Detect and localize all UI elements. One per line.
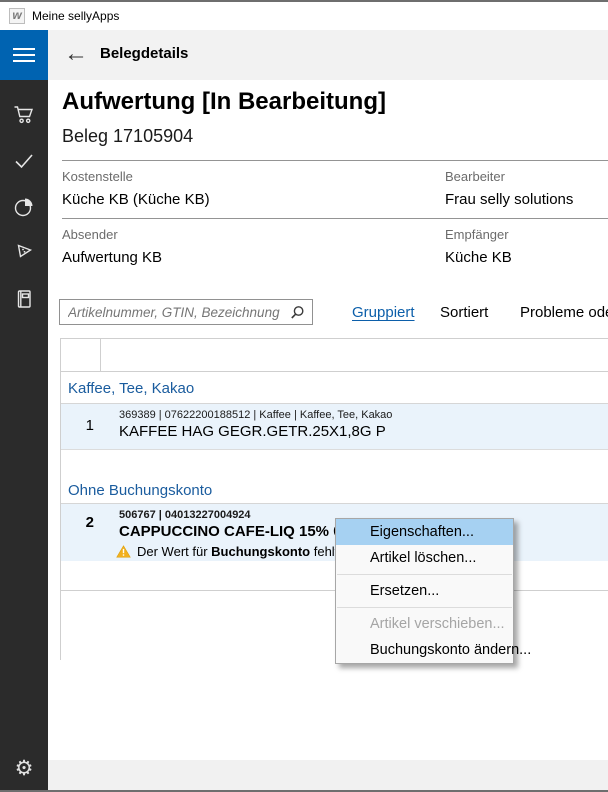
flag-icon <box>13 242 35 264</box>
sidebar-item-cart[interactable] <box>0 92 48 138</box>
article-list: Kaffee, Tee, Kakao 1 369389 | 0762220018… <box>60 338 608 660</box>
menu-separator <box>337 574 512 575</box>
bottom-bar <box>48 760 608 790</box>
field-label: Empfänger <box>445 227 512 242</box>
view-tab-sortiert[interactable]: Sortiert <box>440 304 488 321</box>
row-number: 1 <box>61 404 101 449</box>
sidebar: ⚙ <box>0 80 48 792</box>
divider <box>62 218 608 219</box>
sidebar-item-reports[interactable] <box>0 184 48 230</box>
field-value: Aufwertung KB <box>62 249 162 266</box>
check-icon <box>13 150 35 172</box>
field-value: Küche KB <box>445 249 512 266</box>
warning-triangle-icon <box>116 545 131 558</box>
warning-text-prefix: Der Wert für <box>137 544 211 559</box>
menu-item-ersetzen[interactable]: Ersetzen... <box>336 578 513 604</box>
article-meta: 369389 | 07622200188512 | Kaffee | Kaffe… <box>119 409 608 421</box>
window-titlebar: w Meine sellyApps <box>0 2 608 30</box>
back-arrow-icon: ← <box>64 40 88 68</box>
hamburger-icon <box>13 48 35 50</box>
cart-icon <box>13 104 35 126</box>
book-icon <box>13 288 35 310</box>
app-logo-icon: w <box>9 8 25 24</box>
field-empfaenger: Empfänger Küche KB <box>445 227 512 266</box>
field-label: Bearbeiter <box>445 169 573 184</box>
back-button[interactable]: ← <box>58 36 94 72</box>
document-title: Aufwertung [In Bearbeitung] <box>62 88 386 116</box>
search-icon[interactable] <box>290 305 305 320</box>
menu-item-eigenschaften[interactable]: Eigenschaften... <box>336 519 513 545</box>
field-bearbeiter: Bearbeiter Frau selly solutions <box>445 169 573 208</box>
window-title: Meine sellyApps <box>32 9 119 23</box>
warning-field-name: Buchungskonto <box>211 544 310 559</box>
menu-item-artikel-verschieben: Artikel verschieben... <box>336 611 513 637</box>
search-input[interactable] <box>68 300 280 324</box>
row-number: 2 <box>61 504 101 561</box>
list-header-number-column <box>61 339 101 371</box>
field-absender: Absender Aufwertung KB <box>62 227 162 266</box>
sidebar-item-labels[interactable] <box>0 230 48 276</box>
hamburger-menu-button[interactable] <box>0 30 48 80</box>
view-tab-probleme[interactable]: Probleme oder Fehler <box>520 304 608 321</box>
list-header-row <box>61 339 608 372</box>
view-tab-gruppiert[interactable]: Gruppiert <box>352 304 415 321</box>
document-number: Beleg 17105904 <box>62 126 193 147</box>
field-label: Absender <box>62 227 162 242</box>
menu-separator <box>337 607 512 608</box>
field-kostenstelle: Kostenstelle Küche KB (Küche KB) <box>62 169 210 208</box>
app-header: ← Belegdetails <box>0 30 608 80</box>
group-header-kaffee[interactable]: Kaffee, Tee, Kakao <box>61 372 608 404</box>
sidebar-item-settings[interactable]: ⚙ <box>0 746 48 790</box>
list-spacer <box>61 450 608 479</box>
sidebar-item-tasks[interactable] <box>0 138 48 184</box>
divider <box>62 160 608 161</box>
menu-item-buchungskonto-aendern[interactable]: Buchungskonto ändern... <box>336 637 513 663</box>
article-row-1[interactable]: 1 369389 | 07622200188512 | Kaffee | Kaf… <box>61 404 608 450</box>
group-header-ohne-buchungskonto[interactable]: Ohne Buchungskonto <box>61 479 608 504</box>
page-header-title: Belegdetails <box>100 45 188 62</box>
window-border-top <box>0 0 608 2</box>
sidebar-item-catalog[interactable] <box>0 276 48 322</box>
field-label: Kostenstelle <box>62 169 210 184</box>
field-value: Frau selly solutions <box>445 191 573 208</box>
field-value: Küche KB (Küche KB) <box>62 191 210 208</box>
menu-item-artikel-loeschen[interactable]: Artikel löschen... <box>336 545 513 571</box>
context-menu: Eigenschaften... Artikel löschen... Erse… <box>335 518 514 664</box>
pie-chart-icon <box>13 196 35 218</box>
settings-gear-icon: ⚙ <box>15 756 34 781</box>
article-title: KAFFEE HAG GEGR.GETR.25X1,8G P <box>119 423 608 440</box>
article-search-box <box>59 299 313 325</box>
